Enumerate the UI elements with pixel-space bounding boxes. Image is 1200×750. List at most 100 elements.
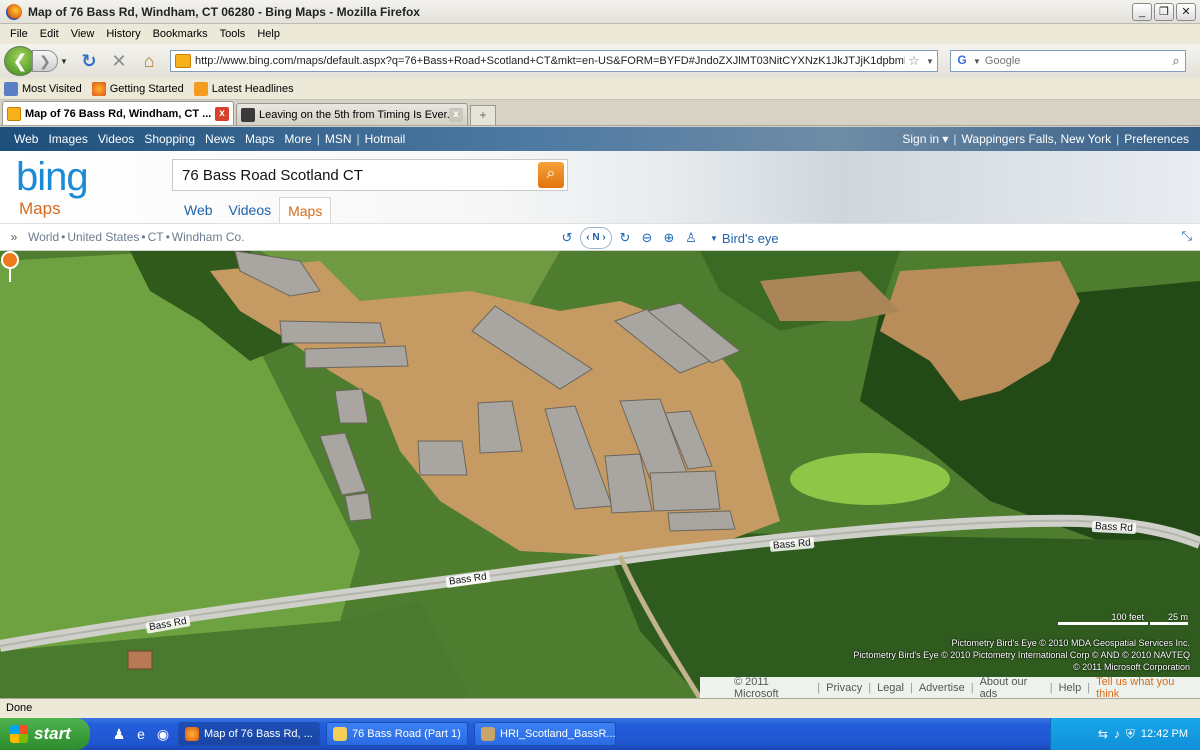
scale-feet: 100 feet (1058, 612, 1148, 625)
scope-web[interactable]: Web (176, 197, 221, 223)
forward-button[interactable]: ❯ (32, 50, 58, 72)
google-icon[interactable]: G (954, 53, 970, 69)
home-icon[interactable]: ⌂ (136, 48, 162, 74)
menu-edit[interactable]: Edit (34, 28, 65, 40)
menu-file[interactable]: File (4, 28, 34, 40)
birds-eye-dropdown[interactable]: ▼ Bird's eye (710, 231, 779, 246)
streetside-person-icon[interactable]: ♙ (680, 227, 702, 249)
close-button[interactable]: ✕ (1176, 2, 1196, 21)
minimize-button[interactable]: _ (1132, 2, 1152, 21)
bookmark-most-visited[interactable]: Most Visited (4, 81, 82, 96)
scope-maps[interactable]: Maps (279, 197, 332, 223)
web-search-bar[interactable]: G ▼ ⌕ (950, 50, 1186, 72)
preferences-link[interactable]: Preferences (1119, 132, 1194, 146)
internet-explorer-icon[interactable]: e (132, 725, 150, 743)
footer-legal[interactable]: Legal (871, 682, 910, 694)
tray-security-icon[interactable]: ⛨ (1126, 727, 1135, 742)
close-tab-icon[interactable]: x (449, 107, 463, 122)
search-go-button[interactable]: ⌕ (538, 162, 564, 188)
rotate-left-icon[interactable]: ↺ (556, 227, 578, 249)
breadcrumb-world[interactable]: World (28, 230, 59, 244)
tab-timing-is-everything[interactable]: Leaving on the 5th from Timing Is Ever..… (236, 103, 468, 125)
menu-history[interactable]: History (100, 28, 146, 40)
footer-copyright: © 2011 Microsoft (734, 675, 779, 699)
footer-privacy[interactable]: Privacy (820, 682, 868, 694)
stop-icon[interactable]: ✕ (106, 48, 132, 74)
task-document[interactable]: HRI_Scotland_BassR... (474, 722, 616, 746)
topnav-maps[interactable]: Maps (240, 132, 279, 146)
menu-help[interactable]: Help (251, 28, 286, 40)
footer-feedback[interactable]: Tell us what you think (1090, 676, 1200, 699)
location-pin-icon[interactable] (0, 251, 20, 283)
search-icon[interactable]: ⌕ (1167, 53, 1185, 69)
map-view[interactable]: Bass Rd Bass Rd Bass Rd Bass Rd 100 feet… (0, 251, 1200, 698)
folder-icon (333, 727, 347, 741)
topnav-videos[interactable]: Videos (93, 132, 139, 146)
reload-icon[interactable]: ↻ (76, 48, 102, 74)
bing-search-box[interactable]: ⌕ (172, 159, 568, 191)
zoom-out-icon[interactable]: ⊖ (636, 227, 658, 249)
new-tab-button[interactable]: + (470, 105, 496, 125)
bookmark-star-icon[interactable]: ☆ (905, 53, 923, 69)
aim-icon[interactable]: ♟ (110, 725, 128, 743)
rotate-right-icon[interactable]: ↻ (614, 227, 636, 249)
topnav-msn[interactable]: MSN (320, 132, 357, 146)
bookmarks-toolbar: Most Visited Getting Started Latest Head… (0, 78, 1200, 100)
footer-help[interactable]: Help (1053, 682, 1088, 694)
bing-footer: © 2011 Microsoft | Privacy | Legal | Advert… (700, 675, 1200, 699)
url-text[interactable]: http://www.bing.com/maps/default.aspx?q=… (195, 55, 905, 67)
bookmark-folder-icon (4, 81, 18, 96)
maximize-button[interactable]: ❐ (1154, 2, 1174, 21)
compass-button[interactable]: ‹ N › (580, 227, 612, 249)
menu-tools[interactable]: Tools (214, 28, 252, 40)
collapse-arrow-icon[interactable]: ⤡ (1182, 228, 1192, 244)
bing-favicon-icon (175, 54, 191, 68)
tab-bing-maps[interactable]: Map of 76 Bass Rd, Windham, CT ... x (2, 101, 234, 125)
footer-advertise[interactable]: Advertise (913, 682, 971, 694)
location-link[interactable]: Wappingers Falls, New York (957, 132, 1117, 146)
topnav-shopping[interactable]: Shopping (139, 132, 200, 146)
topnav-more[interactable]: More (279, 132, 316, 146)
tab-bar: Map of 76 Bass Rd, Windham, CT ... x Lea… (0, 100, 1200, 126)
url-dropdown-icon[interactable]: ▼ (923, 57, 937, 66)
close-tab-icon[interactable]: x (215, 106, 229, 121)
task-folder[interactable]: 76 Bass Road (Part 1) (326, 722, 468, 746)
menu-bookmarks[interactable]: Bookmarks (147, 28, 214, 40)
location-breadcrumb: World • United States • CT • Windham Co. (28, 230, 245, 244)
aerial-imagery (0, 251, 1200, 698)
history-dropdown-icon[interactable]: ▼ (60, 57, 72, 66)
zoom-in-icon[interactable]: ⊕ (658, 227, 680, 249)
breadcrumb-windham-co[interactable]: Windham Co. (172, 230, 245, 244)
windows-logo-icon (10, 725, 28, 743)
web-search-input[interactable] (984, 55, 1167, 67)
image-file-icon (481, 727, 495, 741)
topnav-news[interactable]: News (200, 132, 240, 146)
bing-search-input[interactable] (173, 166, 538, 184)
task-firefox[interactable]: Map of 76 Bass Rd, ... (178, 722, 320, 746)
topnav-images[interactable]: Images (43, 132, 92, 146)
maps-vertical-label: Maps (19, 199, 61, 218)
breadcrumb-ct[interactable]: CT (148, 230, 164, 244)
topnav-hotmail[interactable]: Hotmail (360, 132, 411, 146)
navigation-toolbar: ❮ ❯ ▼ ↻ ✕ ⌂ http://www.bing.com/maps/def… (0, 44, 1200, 78)
menu-view[interactable]: View (65, 28, 101, 40)
url-bar[interactable]: http://www.bing.com/maps/default.aspx?q=… (170, 50, 938, 72)
tray-network-icon[interactable]: ⇆ (1098, 727, 1108, 741)
firefox-icon[interactable]: ◉ (154, 725, 172, 743)
bookmark-getting-started[interactable]: Getting Started (91, 81, 184, 96)
breadcrumb-united-states[interactable]: United States (67, 230, 139, 244)
sign-in-link[interactable]: Sign in ▾ (897, 132, 953, 146)
blog-favicon-icon (241, 107, 255, 122)
bing-logo[interactable]: bing (16, 155, 89, 200)
expand-panel-icon[interactable]: » (0, 230, 28, 244)
menu-bar: File Edit View History Bookmarks Tools H… (0, 24, 1200, 44)
tray-volume-icon[interactable]: ♪ (1114, 727, 1120, 741)
map-attribution: Pictometry Bird's Eye © 2010 MDA Geospat… (853, 638, 1190, 672)
window-title: Map of 76 Bass Rd, Windham, CT 06280 - B… (28, 4, 420, 19)
footer-about-ads[interactable]: About our ads (974, 676, 1050, 699)
search-engine-dropdown-icon[interactable]: ▼ (973, 57, 981, 66)
scope-videos[interactable]: Videos (221, 197, 280, 223)
topnav-web[interactable]: Web (0, 132, 43, 146)
start-button[interactable]: start (0, 718, 90, 750)
bookmark-latest-headlines[interactable]: Latest Headlines (193, 81, 294, 96)
